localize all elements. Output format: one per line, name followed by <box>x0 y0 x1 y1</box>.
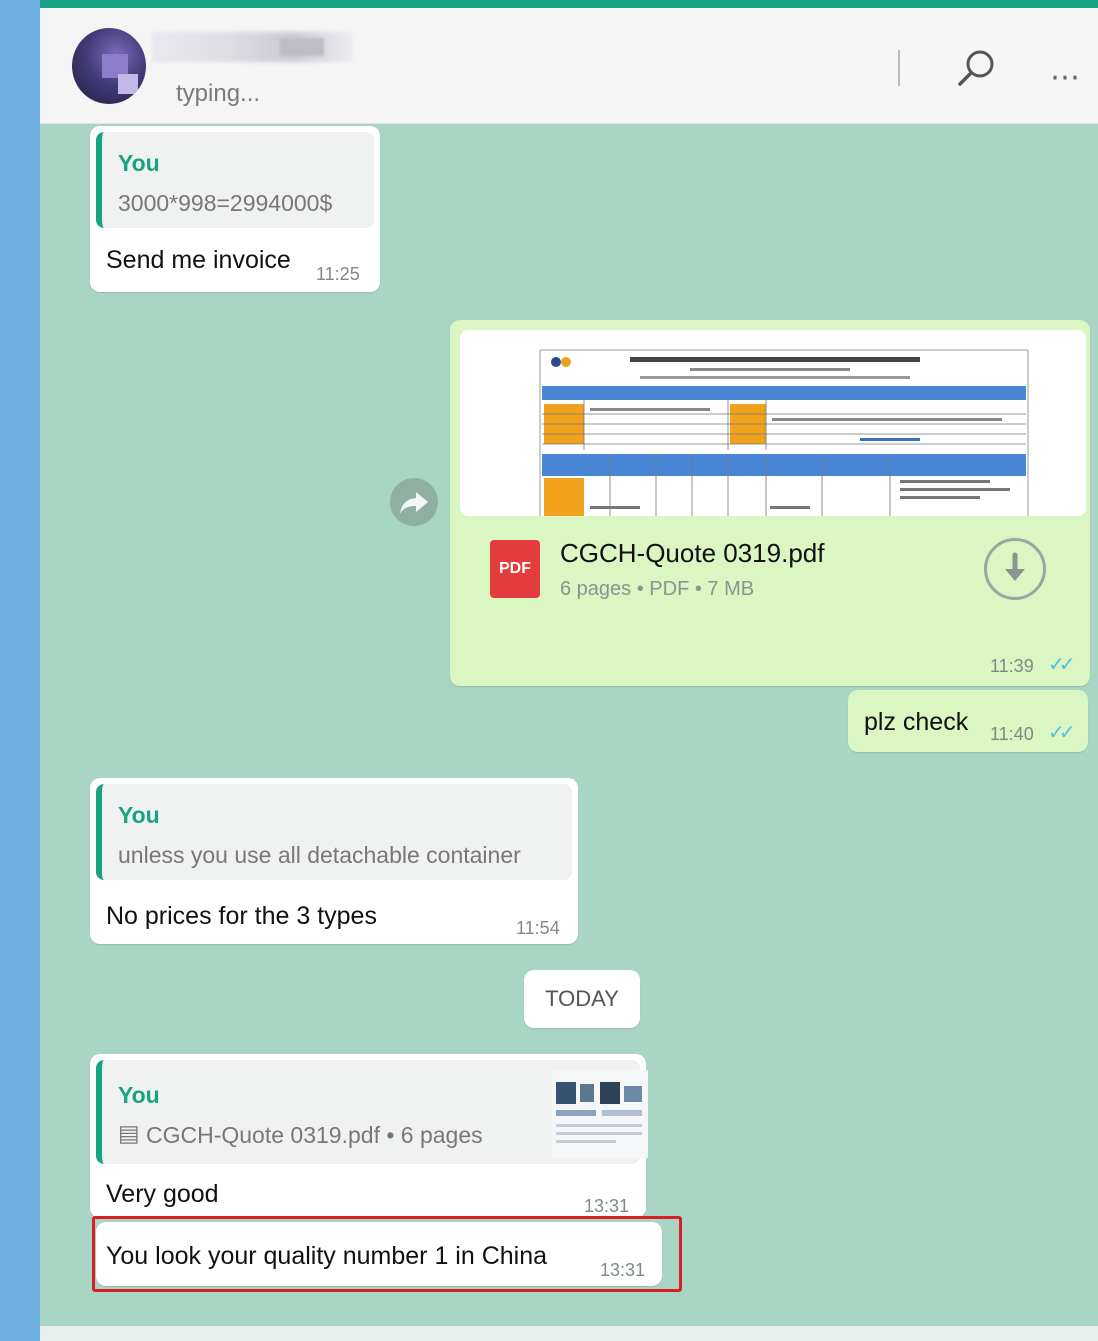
forward-button[interactable] <box>390 478 438 526</box>
message-incoming[interactable]: You 3000*998=2994000$ Send me invoice 11… <box>90 126 380 292</box>
message-time: 13:31 <box>584 1196 630 1216</box>
quote-author: You <box>118 150 160 176</box>
message-outgoing-document[interactable]: PDF CGCH-Quote 0319.pdf 6 pages • PDF • … <box>450 320 1090 686</box>
message-text: Very good <box>106 1180 219 1208</box>
top-accent-bar <box>40 0 1098 8</box>
message-text: No prices for the 3 types <box>106 902 377 930</box>
typing-status: typing... <box>176 80 261 107</box>
quote-author: You <box>118 802 160 828</box>
highlight-annotation <box>92 1216 682 1292</box>
contact-name-redacted <box>280 38 324 56</box>
double-check-icon: ✓✓ <box>1048 654 1075 676</box>
message-time: 11:54 <box>516 918 560 938</box>
left-window-strip <box>0 0 40 1341</box>
chat-window: typing... ⋯ You 3000*998=2994000$ Send m… <box>40 0 1098 1341</box>
forward-icon <box>400 492 428 514</box>
quote-author: You <box>118 1082 160 1108</box>
header-divider <box>898 50 900 86</box>
message-time: 11:39 <box>990 656 1034 676</box>
quote-text: 3000*998=2994000$ <box>118 190 333 216</box>
avatar[interactable] <box>72 28 146 104</box>
download-button[interactable] <box>984 538 1046 600</box>
document-icon: ▤ <box>118 1120 140 1146</box>
message-time: 11:40 <box>990 724 1034 744</box>
file-meta: 6 pages • PDF • 7 MB <box>560 578 755 600</box>
more-icon[interactable]: ⋯ <box>1050 60 1082 95</box>
quoted-message[interactable]: You unless you use all detachable contai… <box>96 784 572 880</box>
search-icon[interactable] <box>954 46 1000 92</box>
avatar-blur <box>118 74 138 94</box>
double-check-icon: ✓✓ <box>1048 722 1075 744</box>
message-outgoing[interactable]: plz check 11:40 ✓✓ <box>848 690 1088 752</box>
message-text: plz check <box>864 708 969 736</box>
document-thumbnail <box>552 1070 648 1158</box>
file-name[interactable]: CGCH-Quote 0319.pdf <box>560 538 824 569</box>
quoted-message[interactable]: You 3000*998=2994000$ <box>96 132 374 228</box>
quote-text: CGCH-Quote 0319.pdf • 6 pages <box>146 1122 483 1148</box>
pdf-icon: PDF <box>490 540 540 598</box>
document-preview-image <box>539 349 1029 516</box>
quoted-document[interactable]: You ▤ CGCH-Quote 0319.pdf • 6 pages <box>96 1060 648 1164</box>
composer-edge <box>40 1326 1098 1341</box>
message-time: 11:25 <box>316 264 360 284</box>
chat-header[interactable]: typing... ⋯ <box>40 8 1098 124</box>
download-icon <box>1005 552 1025 581</box>
date-divider: TODAY <box>524 970 640 1028</box>
message-text: Send me invoice <box>106 246 291 274</box>
document-preview[interactable] <box>460 330 1086 516</box>
quote-text: unless you use all detachable container <box>118 842 521 868</box>
message-incoming[interactable]: You unless you use all detachable contai… <box>90 778 578 944</box>
message-incoming[interactable]: You ▤ CGCH-Quote 0319.pdf • 6 pages Very… <box>90 1054 648 1218</box>
document-thumbnail-image <box>552 1070 648 1158</box>
